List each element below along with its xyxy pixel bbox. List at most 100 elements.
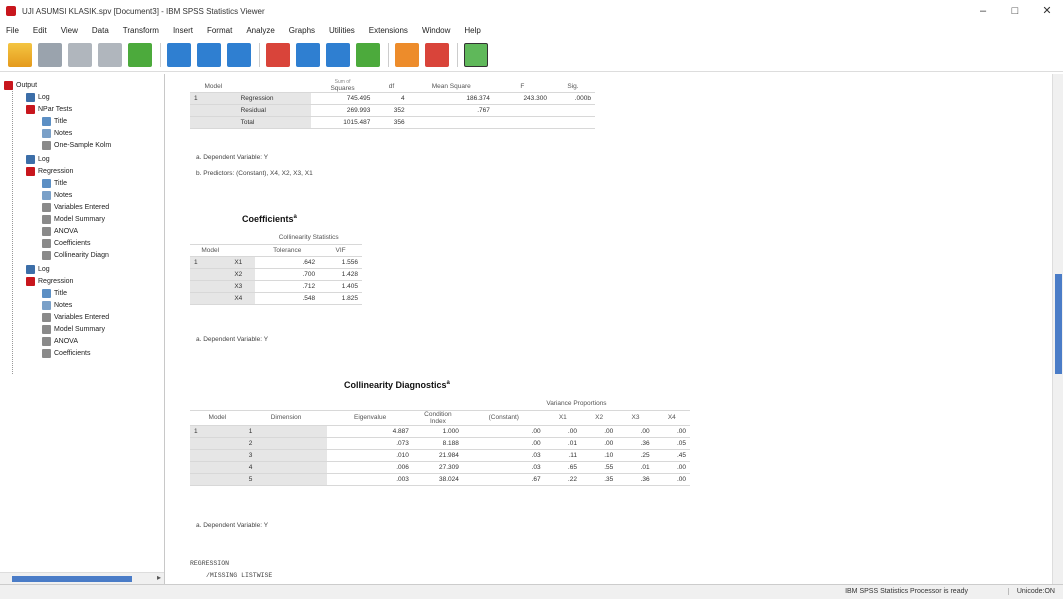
outline-item[interactable]: Output xyxy=(4,80,37,91)
menu-file[interactable]: File xyxy=(6,26,19,35)
table-cell: .712 xyxy=(255,280,320,293)
menu-insert[interactable]: Insert xyxy=(173,26,193,35)
outline-item[interactable]: Title xyxy=(42,116,67,127)
print-preview-icon[interactable] xyxy=(98,42,122,67)
menu-format[interactable]: Format xyxy=(207,26,232,35)
table-cell: .00 xyxy=(580,425,618,438)
menu-data[interactable]: Data xyxy=(92,26,109,35)
outline-label: Log xyxy=(38,156,50,163)
outline-label: Title xyxy=(54,118,67,125)
menu-transform[interactable]: Transform xyxy=(123,26,159,35)
table-cell: .767 xyxy=(408,104,494,117)
table-cell: 4 xyxy=(374,92,409,105)
scrollbar-thumb[interactable] xyxy=(12,576,132,582)
coef-header-vif: VIF xyxy=(319,244,362,257)
window-controls: – □ ✕ xyxy=(967,0,1063,22)
outline-item[interactable]: ANOVA xyxy=(42,336,78,347)
menu-window[interactable]: Window xyxy=(422,26,450,35)
outline-item[interactable]: One-Sample Kolm xyxy=(42,140,111,151)
status-bar: IBM SPSS Statistics Processor is ready U… xyxy=(0,584,1063,599)
menu-graphs[interactable]: Graphs xyxy=(289,26,315,35)
recall-dialog-icon[interactable] xyxy=(167,42,191,67)
table-cell xyxy=(190,473,245,486)
diag-header-x2: X2 xyxy=(580,410,618,426)
outline-item[interactable]: ANOVA xyxy=(42,226,78,237)
anova-header-df: df xyxy=(374,80,409,93)
goto-data-icon[interactable] xyxy=(266,42,290,67)
outline-item[interactable]: Coefficients xyxy=(42,348,90,359)
table-cell xyxy=(550,104,595,117)
table-cell: X1 xyxy=(230,256,256,269)
table-row: 1 1 4.887 1.000 .00 .00 .00 .00 .00 xyxy=(190,425,690,438)
goto-case-icon[interactable] xyxy=(296,42,320,67)
table-cell: 4.887 xyxy=(327,425,413,438)
goto-variable-icon[interactable] xyxy=(326,42,350,67)
table-cell: .10 xyxy=(580,449,618,462)
export-icon[interactable] xyxy=(128,42,152,67)
menu-view[interactable]: View xyxy=(61,26,78,35)
print-icon[interactable] xyxy=(68,42,92,67)
table-row: 3 .010 21.984 .03 .11 .10 .25 .45 xyxy=(190,449,690,462)
open-folder-icon[interactable] xyxy=(8,42,32,67)
minimize-button[interactable]: – xyxy=(967,0,999,22)
outline-item[interactable]: Model Summary xyxy=(42,214,105,225)
menu-edit[interactable]: Edit xyxy=(33,26,47,35)
outline-item[interactable]: Log xyxy=(26,154,50,165)
outline-label: Notes xyxy=(54,302,73,309)
outline-item[interactable]: Regression xyxy=(26,166,73,177)
redo-icon[interactable] xyxy=(227,42,251,67)
table-cell: .00 xyxy=(462,437,545,450)
table-icon xyxy=(42,325,51,334)
notes-icon xyxy=(42,191,51,200)
outline-item[interactable]: Variables Entered xyxy=(42,312,109,323)
outline-item[interactable]: Title xyxy=(42,288,67,299)
table-cell: 1.556 xyxy=(319,256,362,269)
scrollbar-thumb[interactable] xyxy=(1055,274,1062,374)
table-cell: .548 xyxy=(255,292,320,305)
outline-item[interactable]: NPar Tests xyxy=(26,104,72,115)
menu-help[interactable]: Help xyxy=(464,26,480,35)
diag-header-model: Model xyxy=(190,410,245,426)
table-row: 1 X1 .642 1.556 xyxy=(190,256,362,269)
diag-header-constant: (Constant) xyxy=(462,410,545,426)
content-vertical-scrollbar[interactable] xyxy=(1052,74,1063,584)
outline-item[interactable]: Coefficients xyxy=(42,238,90,249)
close-button[interactable]: ✕ xyxy=(1031,0,1063,22)
anova-header-f: F xyxy=(493,80,551,93)
undo-icon[interactable] xyxy=(197,42,221,67)
coef-header-blank xyxy=(230,232,256,245)
table-icon xyxy=(42,313,51,322)
outline-item[interactable]: Regression xyxy=(26,276,73,287)
outline-item[interactable]: Title xyxy=(42,178,67,189)
outline-item[interactable]: Log xyxy=(26,264,50,275)
demote-icon[interactable] xyxy=(425,42,449,67)
save-icon[interactable] xyxy=(38,42,62,67)
output-content-pane[interactable]: Model Sum of Squares df Mean Square F Sig… xyxy=(166,74,1052,584)
outline-pane[interactable]: Output Log NPar Tests Title Notes One-Sa… xyxy=(0,74,165,584)
menu-extensions[interactable]: Extensions xyxy=(369,26,408,35)
toolbar xyxy=(0,38,1063,72)
designated-window-icon[interactable] xyxy=(464,42,488,67)
menu-utilities[interactable]: Utilities xyxy=(329,26,355,35)
scroll-right-icon[interactable]: ▸ xyxy=(157,573,161,582)
menu-analyze[interactable]: Analyze xyxy=(246,26,274,35)
diagnostics-title: Collinearity Diagnosticsa xyxy=(344,380,450,390)
outline-item[interactable]: Collinearity Diagn xyxy=(42,250,109,261)
variables-icon[interactable] xyxy=(356,42,380,67)
table-icon xyxy=(42,337,51,346)
table-row: X3 .712 1.405 xyxy=(190,280,362,293)
outline-item[interactable]: Notes xyxy=(42,300,72,311)
table-cell: .642 xyxy=(255,256,320,269)
table-cell: Regression xyxy=(236,92,311,105)
promote-icon[interactable] xyxy=(395,42,419,67)
outline-item[interactable]: Notes xyxy=(42,190,72,201)
outline-horizontal-scrollbar[interactable]: ▸ xyxy=(0,572,164,584)
outline-item[interactable]: Notes xyxy=(42,128,72,139)
outline-item[interactable]: Variables Entered xyxy=(42,202,109,213)
outline-item[interactable]: Log xyxy=(26,92,50,103)
outline-item[interactable]: Model Summary xyxy=(42,324,105,335)
table-cell: .36 xyxy=(617,437,654,450)
maximize-button[interactable]: □ xyxy=(999,0,1031,22)
outline-label: Notes xyxy=(54,130,73,137)
outline-label: Log xyxy=(38,266,50,273)
